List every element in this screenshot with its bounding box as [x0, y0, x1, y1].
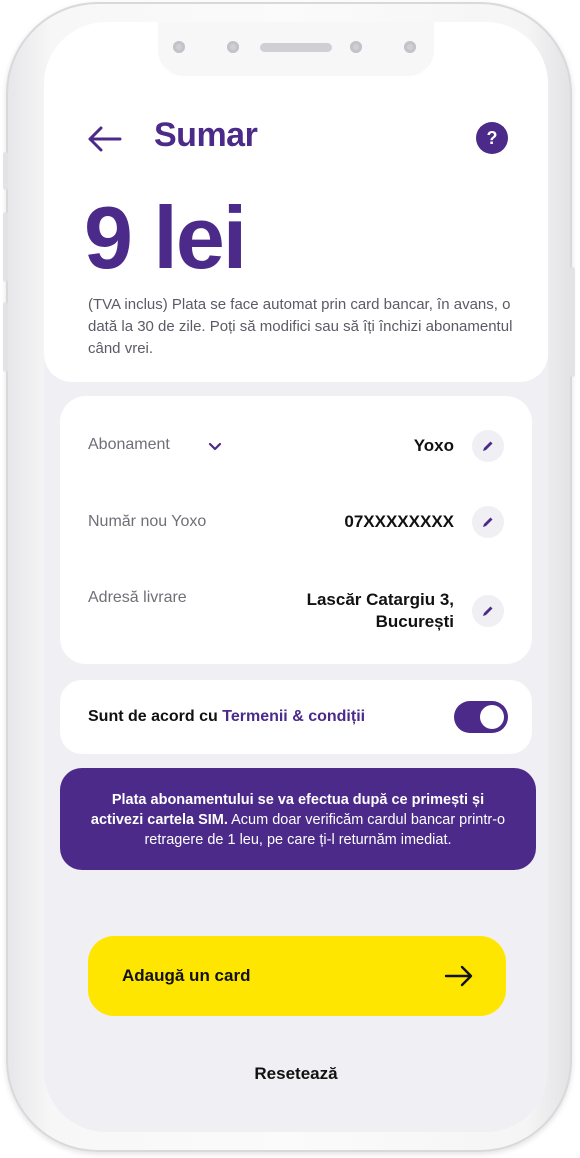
mute-switch — [3, 152, 8, 190]
subscription-value: Yoxo — [413, 436, 454, 455]
back-button[interactable] — [86, 120, 124, 158]
arrow-right-icon — [444, 965, 473, 987]
edit-number-button[interactable] — [472, 506, 504, 538]
pencil-icon — [483, 517, 493, 527]
subscription-label: Abonament — [88, 436, 170, 453]
speaker — [260, 43, 332, 52]
terms-prefix: Sunt de acord cu — [88, 708, 223, 725]
terms-text: Sunt de acord cu Termenii & condiții — [88, 708, 365, 726]
price-amount: 9 lei — [84, 188, 247, 287]
phone-frame: Sumar ? 9 lei (TVA inclus) Plata se face… — [3, 2, 575, 1152]
chevron-down-icon[interactable] — [208, 440, 222, 454]
pencil-icon — [483, 606, 493, 616]
address-line-1: Lascăr Catargiu 3, — [306, 590, 454, 609]
number-value: 07XXXXXXXX — [344, 512, 454, 531]
page-title: Sumar — [154, 116, 258, 154]
address-line-2: București — [375, 612, 454, 631]
terms-toggle[interactable] — [454, 701, 508, 733]
sensor-dot — [404, 41, 416, 53]
edit-address-button[interactable] — [472, 595, 504, 627]
order-details-card: Abonament Yoxo Număr nou Yoxo 07XXXXXXXX… — [60, 396, 532, 664]
address-label: Adresă livrare — [88, 589, 187, 606]
pencil-icon — [483, 441, 493, 451]
sensor-dot — [173, 41, 185, 53]
help-button[interactable]: ? — [476, 122, 508, 154]
terms-card: Sunt de acord cu Termenii & condiții — [60, 680, 532, 754]
arrow-left-icon — [88, 126, 122, 152]
volume-down-button — [3, 302, 8, 372]
terms-link[interactable]: Termenii & condiții — [222, 708, 365, 725]
sensor-dot — [350, 41, 362, 53]
summary-card: Sumar ? 9 lei (TVA inclus) Plata se face… — [44, 22, 548, 382]
payment-info-box: Plata abonamentului se va efectua după c… — [60, 768, 536, 870]
price-note: (TVA inclus) Plata se face automat prin … — [88, 296, 513, 357]
toggle-knob — [480, 705, 504, 729]
add-card-button[interactable]: Adaugă un card — [88, 936, 506, 1016]
power-button — [570, 267, 575, 377]
reset-button[interactable]: Resetează — [44, 1064, 548, 1084]
add-card-label: Adaugă un card — [122, 966, 251, 985]
address-value: Lascăr Catargiu 3, București — [307, 589, 454, 633]
camera-dot — [227, 41, 239, 53]
number-label: Număr nou Yoxo — [88, 513, 207, 530]
volume-up-button — [3, 212, 8, 282]
notch — [158, 22, 434, 76]
edit-subscription-button[interactable] — [472, 430, 504, 462]
phone-screen: Sumar ? 9 lei (TVA inclus) Plata se face… — [44, 22, 548, 1132]
